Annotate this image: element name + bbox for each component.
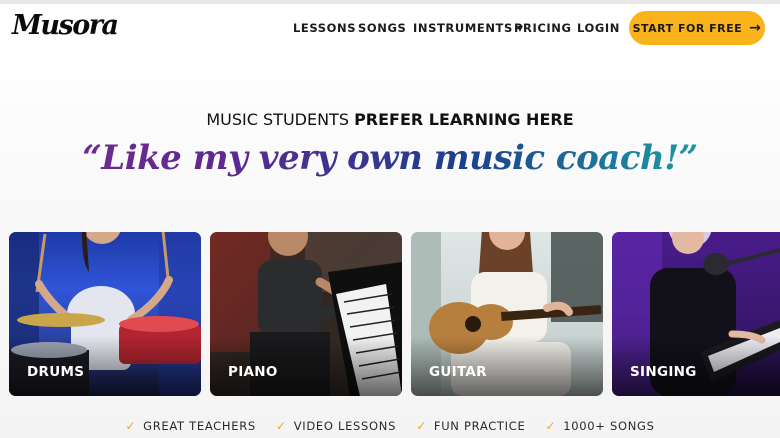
arrow-right-icon: → [749, 20, 762, 36]
nav-link-login[interactable]: LOGIN [577, 21, 620, 35]
feature-item: ✓ FUN PRACTICE [416, 416, 525, 436]
check-icon: ✓ [275, 419, 287, 433]
nav-link-pricing[interactable]: PRICING [514, 21, 572, 35]
feature-label: GREAT TEACHERS [143, 419, 256, 433]
nav-link-instruments[interactable]: INSTRUMENTS ▼ [413, 21, 524, 35]
start-for-free-button[interactable]: START FOR FREE → [629, 11, 765, 45]
guitar-card-label: GUITAR [429, 364, 487, 380]
feature-label: 1000+ SONGS [563, 419, 655, 433]
instrument-card-singing[interactable]: SINGING [612, 232, 780, 396]
hero-kicker-regular: MUSIC STUDENTS [206, 110, 355, 129]
feature-label: FUN PRACTICE [433, 419, 526, 433]
feature-label: VIDEO LESSONS [293, 419, 397, 433]
feature-list: ✓ GREAT TEACHERS ✓ VIDEO LESSONS ✓ FUN P… [0, 416, 780, 436]
top-navigation-bar: Musora LESSONS SONGS INSTRUMENTS ▼ PRICIN… [0, 4, 780, 50]
instrument-card-drums[interactable]: DRUMS [9, 232, 201, 396]
nav-link-instruments-label: INSTRUMENTS [413, 21, 513, 35]
start-for-free-label: START FOR FREE [632, 21, 743, 35]
drums-card-label: DRUMS [27, 364, 85, 380]
feature-item: ✓ 1000+ SONGS [545, 416, 654, 436]
testimonial-quote: “Like my very own music coach!” [0, 138, 780, 178]
check-icon: ✓ [545, 419, 557, 433]
musora-logo[interactable]: Musora [12, 10, 119, 41]
check-icon: ✓ [125, 419, 137, 433]
check-icon: ✓ [416, 419, 427, 433]
hero-kicker: MUSIC STUDENTS PREFER LEARNING HERE [0, 110, 780, 129]
instrument-card-guitar[interactable]: GUITAR [411, 232, 603, 396]
hero-kicker-bold: PREFER LEARNING HERE [354, 110, 574, 129]
feature-item: ✓ VIDEO LESSONS [276, 416, 396, 436]
feature-item: ✓ GREAT TEACHERS [125, 416, 256, 436]
nav-link-lessons[interactable]: LESSONS [293, 21, 356, 35]
nav-link-songs[interactable]: SONGS [358, 21, 406, 35]
piano-card-label: PIANO [228, 364, 278, 380]
instrument-card-piano[interactable]: PIANO [210, 232, 402, 396]
singing-card-label: SINGING [630, 364, 697, 380]
